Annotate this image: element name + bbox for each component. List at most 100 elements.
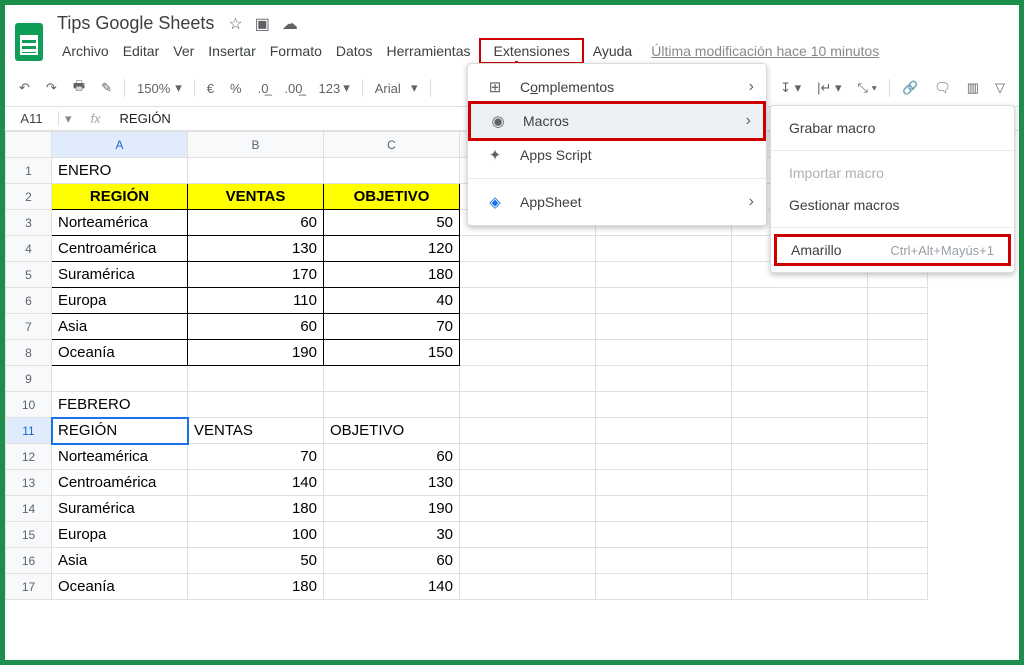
cell[interactable]: 70	[188, 444, 324, 470]
formula-input[interactable]: REGIÓN	[114, 111, 171, 126]
cell[interactable]	[188, 366, 324, 392]
cell[interactable]	[596, 392, 732, 418]
cell[interactable]: 50	[324, 210, 460, 236]
cell[interactable]: Europa	[52, 288, 188, 314]
cell[interactable]: 70	[324, 314, 460, 340]
percent-button[interactable]: %	[226, 79, 246, 98]
row-header[interactable]: 12	[6, 444, 52, 470]
select-all-corner[interactable]	[6, 132, 52, 158]
cell[interactable]	[460, 392, 596, 418]
macro-grabar[interactable]: Grabar macro	[771, 112, 1014, 144]
cell[interactable]: 140	[324, 574, 460, 600]
cell[interactable]: 50	[188, 548, 324, 574]
cell[interactable]	[596, 522, 732, 548]
col-header-A[interactable]: A	[52, 132, 188, 158]
cell[interactable]	[732, 470, 868, 496]
cell[interactable]: 190	[324, 496, 460, 522]
cell[interactable]	[596, 288, 732, 314]
cell[interactable]: 190	[188, 340, 324, 366]
cell[interactable]: Norteamérica	[52, 444, 188, 470]
cell[interactable]: 60	[188, 210, 324, 236]
cell[interactable]: OBJETIVO	[324, 418, 460, 444]
cell[interactable]: 140	[188, 470, 324, 496]
cell[interactable]: Oceanía	[52, 340, 188, 366]
menu-archivo[interactable]: Archivo	[57, 40, 114, 62]
cell[interactable]	[460, 470, 596, 496]
cell[interactable]	[596, 366, 732, 392]
cell[interactable]	[324, 158, 460, 184]
cell[interactable]	[732, 496, 868, 522]
col-header-B[interactable]: B	[188, 132, 324, 158]
cell[interactable]: REGIÓN	[52, 184, 188, 210]
cell[interactable]	[732, 418, 868, 444]
menu-herramientas[interactable]: Herramientas	[381, 40, 475, 62]
cell[interactable]: VENTAS	[188, 418, 324, 444]
cell[interactable]: 30	[324, 522, 460, 548]
cell[interactable]	[596, 574, 732, 600]
cell[interactable]	[732, 548, 868, 574]
cell[interactable]	[460, 444, 596, 470]
valign-icon[interactable]: ↧ ▾	[776, 78, 805, 98]
row-header[interactable]: 11	[6, 418, 52, 444]
cell[interactable]: Suramérica	[52, 262, 188, 288]
cell[interactable]	[596, 236, 732, 262]
cell[interactable]	[460, 340, 596, 366]
cell[interactable]: Centroamérica	[52, 236, 188, 262]
cell[interactable]	[868, 392, 928, 418]
cell[interactable]: 180	[188, 496, 324, 522]
cell[interactable]	[868, 470, 928, 496]
row-header[interactable]: 5	[6, 262, 52, 288]
cell[interactable]: 40	[324, 288, 460, 314]
cell[interactable]: 150	[324, 340, 460, 366]
filter-icon[interactable]: ▽	[991, 78, 1009, 98]
menu-ver[interactable]: Ver	[168, 40, 199, 62]
redo-icon[interactable]: ↷	[42, 78, 61, 98]
row-header[interactable]: 13	[6, 470, 52, 496]
font-select[interactable]: Arial ▾	[371, 78, 422, 98]
ext-macros[interactable]: ◉ Macros	[468, 101, 766, 141]
cell[interactable]: 170	[188, 262, 324, 288]
ext-appsheet[interactable]: ◈ AppSheet	[468, 185, 766, 219]
last-modified-link[interactable]: Última modificación hace 10 minutos	[651, 43, 879, 59]
row-header[interactable]: 8	[6, 340, 52, 366]
cell[interactable]: OBJETIVO	[324, 184, 460, 210]
star-icon[interactable]: ☆	[228, 14, 242, 34]
sheets-logo-icon[interactable]	[15, 23, 43, 61]
menu-datos[interactable]: Datos	[331, 40, 378, 62]
cell[interactable]	[868, 314, 928, 340]
cell-reference[interactable]: A11	[5, 111, 59, 126]
menu-extensiones[interactable]: Extensiones	[479, 38, 583, 64]
decimal-decrease[interactable]: .0̲	[254, 79, 273, 98]
cell[interactable]	[868, 418, 928, 444]
cell[interactable]	[324, 366, 460, 392]
cell[interactable]	[460, 418, 596, 444]
cell[interactable]: Oceanía	[52, 574, 188, 600]
cell[interactable]: 130	[188, 236, 324, 262]
cell[interactable]	[596, 314, 732, 340]
macro-amarillo[interactable]: Amarillo Ctrl+Alt+Mayús+1	[774, 234, 1011, 266]
cell[interactable]: 60	[324, 444, 460, 470]
cell[interactable]	[732, 522, 868, 548]
cell[interactable]	[596, 340, 732, 366]
cell[interactable]	[868, 496, 928, 522]
rotate-icon[interactable]: ⤡ ▾	[854, 78, 881, 98]
ext-complementos[interactable]: ⊞ Complementos	[468, 70, 766, 104]
cell[interactable]: ENERO	[52, 158, 188, 184]
cell[interactable]: FEBRERO	[52, 392, 188, 418]
currency-button[interactable]: €	[203, 79, 218, 98]
cell[interactable]: 60	[324, 548, 460, 574]
cell[interactable]	[460, 522, 596, 548]
cell[interactable]	[596, 470, 732, 496]
cell[interactable]	[732, 444, 868, 470]
row-header[interactable]: 3	[6, 210, 52, 236]
decimal-increase[interactable]: .00̲	[280, 79, 306, 98]
cell[interactable]	[596, 262, 732, 288]
cell[interactable]	[868, 548, 928, 574]
row-header[interactable]: 14	[6, 496, 52, 522]
cell[interactable]: 60	[188, 314, 324, 340]
row-header[interactable]: 16	[6, 548, 52, 574]
link-icon[interactable]: 🔗	[898, 78, 922, 98]
number-format[interactable]: 123 ▾	[315, 78, 354, 98]
cell[interactable]: 130	[324, 470, 460, 496]
cell[interactable]	[460, 496, 596, 522]
